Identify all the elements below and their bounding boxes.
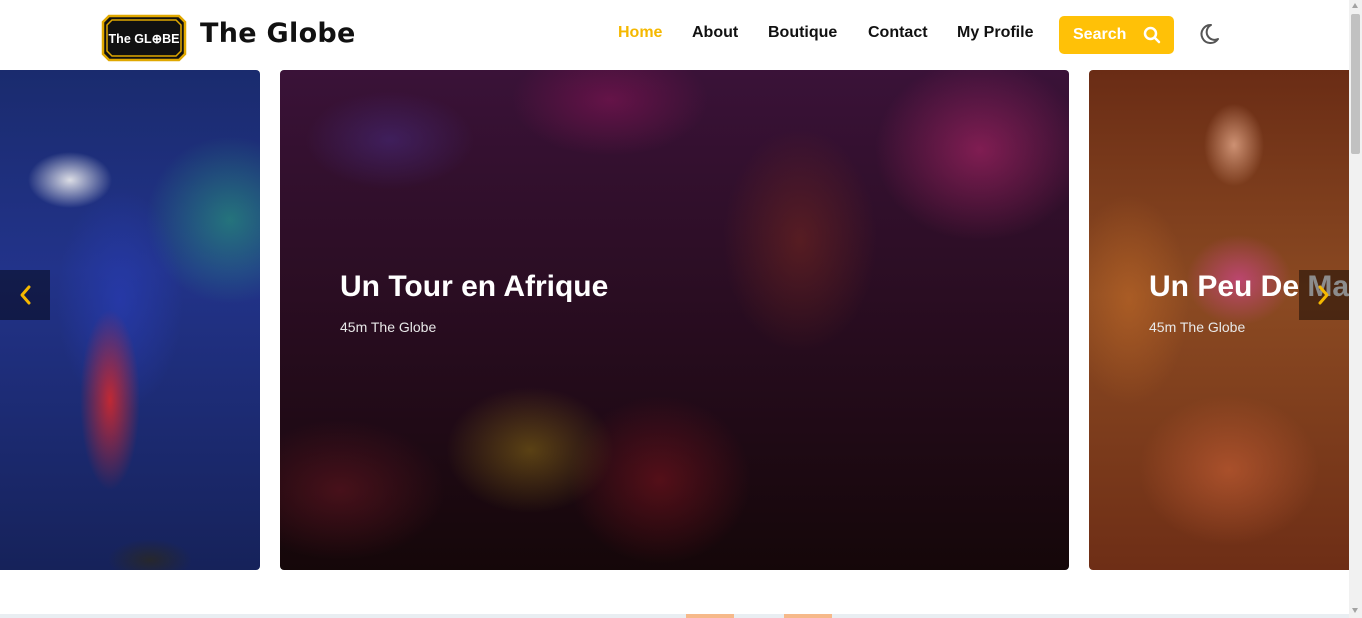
search-icon <box>1143 26 1161 44</box>
search-button[interactable]: Search <box>1059 16 1174 54</box>
nav-home[interactable]: Home <box>618 24 662 42</box>
chevron-right-icon <box>1318 285 1329 305</box>
carousel-prev-button[interactable] <box>0 270 50 320</box>
slide-meta: 45m The Globe <box>1149 319 1246 335</box>
search-button-label: Search <box>1073 26 1127 43</box>
divider-accent <box>686 614 734 618</box>
carousel-next-button[interactable] <box>1299 270 1349 320</box>
carousel-slide-previous[interactable] <box>0 70 260 570</box>
nav-about[interactable]: About <box>692 24 738 42</box>
carousel-slide-active[interactable]: Un Tour en Afrique 45m The Globe <box>280 70 1069 570</box>
logo-text: The GL⊕BE <box>109 32 180 46</box>
slide-meta: 45m The Globe <box>340 319 437 335</box>
scroll-up-arrow-icon[interactable] <box>1352 3 1358 8</box>
section-divider <box>0 614 1349 618</box>
chevron-left-icon <box>20 285 31 305</box>
divider-accent <box>784 614 832 618</box>
nav-my-profile[interactable]: My Profile <box>957 24 1033 42</box>
brand-name[interactable]: The Globe <box>200 18 356 49</box>
scroll-thumb[interactable] <box>1351 14 1360 154</box>
page-scrollbar[interactable] <box>1349 0 1362 618</box>
logo-icon[interactable]: The GL⊕BE <box>101 14 187 62</box>
nav-contact[interactable]: Contact <box>868 24 928 42</box>
site-header: The GL⊕BE The Globe Home About Boutique … <box>0 0 1349 70</box>
slide-title[interactable]: Un Tour en Afrique <box>340 270 608 304</box>
moon-icon[interactable] <box>1198 20 1226 48</box>
scroll-down-arrow-icon[interactable] <box>1352 608 1358 613</box>
carousel-slide-next[interactable]: Un Peu De Ma 45m The Globe <box>1089 70 1349 570</box>
nav-boutique[interactable]: Boutique <box>768 24 837 42</box>
